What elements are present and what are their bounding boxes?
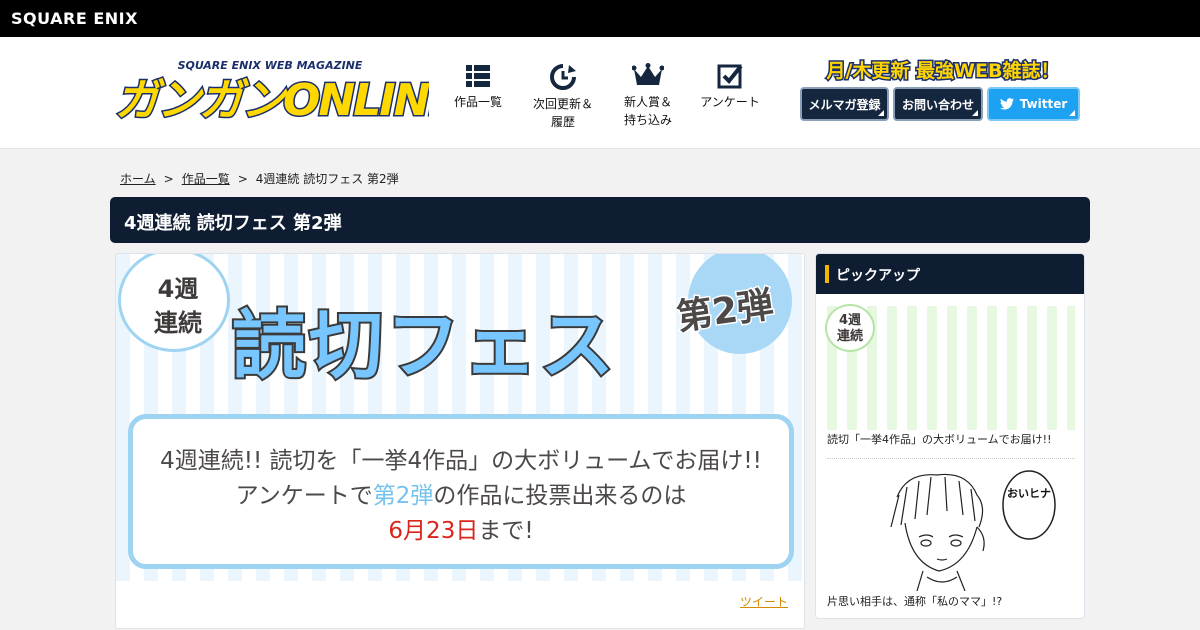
page-title: 4週連続 読切フェス 第2弾 [124, 213, 342, 234]
site-header: SQUARE ENIX WEB MAGAZINE ガンガンONLINE 作品一覧… [0, 37, 1200, 149]
svg-text:ガンガンONLINE: ガンガンONLINE [115, 75, 429, 125]
twitter-bird-icon [999, 98, 1014, 110]
nav-label: 作品一覧 [453, 95, 502, 109]
newsletter-button[interactable]: メルマガ登録 [800, 87, 889, 121]
speech-bubble-text: おいヒナ [1007, 487, 1051, 500]
history-clock-icon [550, 64, 576, 90]
twitter-button[interactable]: Twitter [987, 87, 1080, 121]
breadcrumb: ホーム > 作品一覧 >4週連続 読切フェス 第2弾 [120, 172, 399, 186]
page-title-bar: 4週連続 読切フェス 第2弾 [110, 197, 1090, 243]
nav-next-update-history[interactable]: 次回更新＆ 履歴 [523, 63, 603, 131]
pickup-header: ピックアップ [816, 254, 1084, 294]
pickup-thumbnail-1[interactable]: 4週 連続 [825, 304, 1075, 430]
top-bar: SQUARE ENIX [0, 0, 1200, 37]
pickup-header-accent [825, 265, 829, 283]
breadcrumb-current: 4週連続 読切フェス 第2弾 [255, 172, 399, 186]
four-weeks-text: 4週 連続 [154, 275, 202, 337]
square-enix-logo[interactable]: SQUARE ENIX [11, 9, 138, 28]
gangan-online-logo[interactable]: SQUARE ENIX WEB MAGAZINE ガンガンONLINE [111, 57, 429, 125]
nav-label: 次回更新＆ 履歴 [532, 97, 593, 129]
tweet-link[interactable]: ツイート [740, 593, 788, 610]
four-weeks-badge: 4週 連続 [825, 304, 875, 352]
second-edition-highlight: 第2弾 [372, 483, 434, 509]
svg-text:SQUARE ENIX WEB MAGAZINE: SQUARE ENIX WEB MAGAZINE [178, 59, 363, 72]
announcement-line-2: アンケートで第2弾の作品に投票出来るのは [235, 483, 687, 509]
nav-works-list[interactable]: 作品一覧 [438, 63, 518, 111]
nav-survey[interactable]: アンケート [690, 63, 770, 111]
pickup-heading: ピックアップ [836, 268, 920, 284]
pickup-caption-1[interactable]: 読切「一挙4作品」の大ボリュームでお届け!! [827, 431, 1077, 447]
nav-new-award[interactable]: 新人賞＆ 持ち込み [608, 63, 688, 129]
pickup-divider [827, 458, 1075, 459]
feature-card: 4週 連続 読切フェス 第2弾 4週連続!! 読切を「一挙4作品」の大ボリューム… [115, 253, 805, 629]
tagline: 月/木更新 最強WEB雑誌！ [824, 58, 1061, 84]
banner-title: 読切フェス [230, 301, 617, 391]
deadline-date: 6月23日 [388, 518, 479, 544]
breadcrumb-home-link[interactable]: ホーム [120, 172, 156, 186]
svg-text:月/木更新 最強WEB雑誌！: 月/木更新 最強WEB雑誌！ [826, 59, 1060, 82]
breadcrumb-works-link[interactable]: 作品一覧 [182, 172, 230, 186]
crown-icon [632, 63, 664, 85]
pickup-thumbnail-2[interactable]: おいヒナ [827, 467, 1075, 591]
nav-label: アンケート [700, 95, 760, 109]
pickup-sidebar: ピックアップ 4週 連続 読切「一挙4作品」の大ボリュームでお届け!! おいヒナ… [815, 253, 1085, 619]
announcement-box: 4週連続!! 読切を「一挙4作品」の大ボリュームでお届け!! アンケートで第2弾… [128, 414, 794, 569]
checkbox-icon [717, 64, 743, 89]
feature-banner[interactable]: 4週 連続 読切フェス 第2弾 4週連続!! 読切を「一挙4作品」の大ボリューム… [116, 254, 804, 581]
pickup-caption-2[interactable]: 片思い相手は、通称「私のママ」!? [827, 593, 1077, 609]
nav-label: 新人賞＆ 持ち込み [623, 95, 672, 127]
contact-button[interactable]: お問い合わせ [893, 87, 983, 121]
announcement-line-1: 4週連続!! 読切を「一挙4作品」の大ボリュームでお届け!! [160, 448, 762, 474]
grid-list-icon [466, 65, 490, 87]
announcement-line-3: 6月23日まで! [388, 518, 534, 544]
